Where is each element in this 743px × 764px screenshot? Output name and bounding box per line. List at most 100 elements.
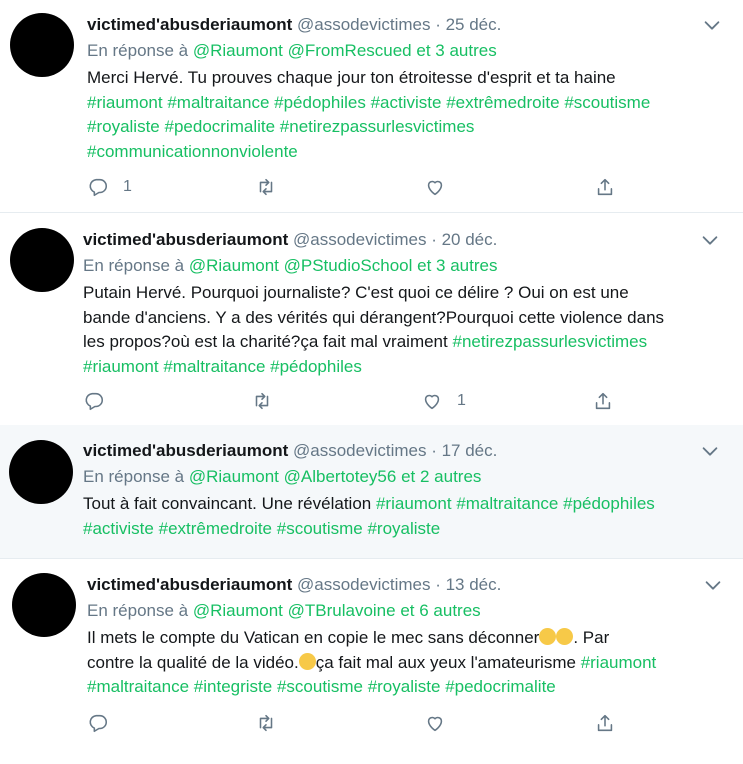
hashtag-link[interactable]: #royaliste — [367, 519, 440, 538]
reply-icon — [85, 392, 104, 411]
chevron-down-icon[interactable] — [702, 574, 724, 596]
reply-button[interactable]: 1 — [87, 175, 132, 199]
user-handle[interactable]: @assodevictimes — [297, 575, 430, 594]
avatar[interactable] — [10, 13, 74, 77]
hashtag-link[interactable]: #pédophiles — [274, 93, 366, 112]
display-name[interactable]: victimed'abusderiaumont — [83, 230, 288, 249]
hashtag-link[interactable]: #pédophiles — [563, 494, 655, 513]
user-handle[interactable]: @assodevictimes — [293, 441, 426, 460]
hashtag-link[interactable]: #pedocrimalite — [445, 677, 556, 696]
share-button[interactable] — [594, 175, 616, 199]
share-icon — [597, 714, 613, 732]
hashtag-link[interactable]: #riaumont — [87, 93, 163, 112]
display-name[interactable]: victimed'abusderiaumont — [83, 441, 288, 460]
retweet-button[interactable] — [255, 175, 291, 199]
like-button[interactable] — [424, 175, 460, 199]
tweet-text-line: bande d'anciens. Y a des vérités qui dér… — [83, 307, 665, 327]
retweet-button[interactable] — [255, 711, 291, 735]
hashtag-link[interactable]: #riaumont — [83, 357, 159, 376]
reply-button[interactable] — [87, 711, 123, 735]
mention-link[interactable]: @FromRescued — [288, 41, 412, 60]
retweet-icon — [255, 392, 269, 410]
mention-link[interactable]: @Riaumont — [189, 256, 279, 275]
timestamp[interactable]: · 17 déc. — [431, 441, 497, 460]
hashtag-link[interactable]: #royaliste — [87, 117, 160, 136]
reply-others-link[interactable]: et 2 autres — [401, 467, 481, 486]
tweet[interactable]: victimed'abusderiaumont @assodevictimes … — [0, 0, 743, 213]
hashtag-link[interactable]: #netirezpassurlesvictimes — [452, 332, 647, 351]
reply-icon — [89, 178, 108, 197]
share-button[interactable] — [594, 711, 616, 735]
retweet-icon — [259, 178, 273, 196]
tweet-text: Putain Hervé. Pourquoi journaliste? C'es… — [83, 281, 733, 379]
hashtag-link[interactable]: #scoutisme — [277, 519, 363, 538]
rofl-emoji — [556, 628, 574, 645]
hashtag-link[interactable]: #extrêmedroite — [159, 519, 272, 538]
hashtag-link[interactable]: #maltraitance — [163, 357, 265, 376]
avatar[interactable] — [12, 573, 76, 637]
hashtag-link[interactable]: #scoutisme — [564, 93, 650, 112]
chevron-down-icon[interactable] — [699, 229, 721, 251]
avatar[interactable] — [10, 228, 74, 292]
mention-link[interactable]: @Riaumont — [189, 467, 279, 486]
tweet-actions: 1 — [83, 389, 623, 413]
tweet-text-content: . Par — [573, 628, 610, 647]
display-name[interactable]: victimed'abusderiaumont — [87, 575, 292, 594]
mention-link[interactable]: @Riaumont — [193, 41, 283, 60]
mention-link[interactable]: @Riaumont — [193, 601, 283, 620]
hashtag-link[interactable]: #scoutisme — [277, 677, 363, 696]
hashtag-link[interactable]: #communicationnonviolente — [87, 142, 298, 161]
like-button[interactable] — [424, 711, 460, 735]
like-button[interactable]: 1 — [421, 389, 466, 413]
timestamp[interactable]: · 20 déc. — [431, 230, 497, 249]
hashtag-link[interactable]: #maltraitance — [87, 677, 189, 696]
hashtag-link[interactable]: #extrêmedroite — [446, 93, 559, 112]
mention-link[interactable]: @Albertotey56 — [284, 467, 397, 486]
tweet[interactable]: victimed'abusderiaumont @assodevictimes … — [0, 213, 743, 425]
mention-link[interactable]: @PStudioSchool — [284, 256, 413, 275]
reply-others-link[interactable]: et 3 autres — [416, 41, 496, 60]
hashtag-link[interactable]: #activiste — [371, 93, 442, 112]
chevron-down-icon[interactable] — [699, 440, 721, 462]
reply-button[interactable] — [83, 389, 119, 413]
like-icon — [427, 716, 443, 732]
reply-others-link[interactable]: et 3 autres — [417, 256, 497, 275]
speechless-emoji — [298, 652, 316, 670]
hashtag-link[interactable]: #riaumont — [376, 494, 452, 513]
display-name[interactable]: victimed'abusderiaumont — [87, 15, 292, 34]
tweet[interactable]: victimed'abusderiaumont @assodevictimes … — [0, 558, 743, 764]
timestamp[interactable]: · 13 déc. — [435, 575, 501, 594]
hashtag-link[interactable]: #integriste — [194, 677, 272, 696]
hashtag-link[interactable]: #royaliste — [368, 677, 441, 696]
mention-link[interactable]: @TBrulavoine — [288, 601, 396, 620]
like-count: 1 — [457, 392, 466, 409]
hashtag-link[interactable]: #netirezpassurlesvictimes — [280, 117, 475, 136]
tweet-text-content: contre la qualité de la vidéo. — [87, 652, 299, 672]
user-handle[interactable]: @assodevictimes — [297, 15, 430, 34]
tweet-header: victimed'abusderiaumont @assodevictimes … — [87, 14, 501, 36]
reply-context: En réponse à @Riaumont @PStudioSchool et… — [83, 255, 497, 277]
tweet-text-content: Merci Hervé. Tu prouves chaque jour ton … — [87, 68, 616, 87]
hashtag-link[interactable]: #maltraitance — [456, 494, 558, 513]
share-button[interactable] — [592, 389, 614, 413]
hashtag-link[interactable]: #pédophiles — [270, 357, 362, 376]
tweet[interactable]: victimed'abusderiaumont @assodevictimes … — [0, 425, 743, 558]
reply-prefix: En réponse à — [83, 467, 185, 486]
retweet-button[interactable] — [251, 389, 287, 413]
hashtag-link[interactable]: #riaumont — [581, 653, 657, 672]
avatar[interactable] — [9, 440, 73, 504]
hashtag-link[interactable]: #pedocrimalite — [165, 117, 276, 136]
tweet-text-content: Tout à fait convaincant. Une révélation — [83, 494, 372, 513]
chevron-down-icon[interactable] — [701, 14, 723, 36]
user-handle[interactable]: @assodevictimes — [293, 230, 426, 249]
retweet-icon — [259, 714, 273, 732]
tweet-actions: 1 — [87, 175, 627, 199]
tweet-text-content: ça fait mal aux yeux l'amateurisme — [315, 652, 576, 672]
timestamp[interactable]: · 25 déc. — [435, 15, 501, 34]
reply-others-link[interactable]: et 6 autres — [400, 601, 480, 620]
reply-prefix: En réponse à — [87, 41, 189, 60]
reply-icon — [89, 714, 108, 733]
hashtag-link[interactable]: #activiste — [83, 519, 154, 538]
hashtag-link[interactable]: #maltraitance — [167, 93, 269, 112]
share-icon — [595, 392, 611, 410]
